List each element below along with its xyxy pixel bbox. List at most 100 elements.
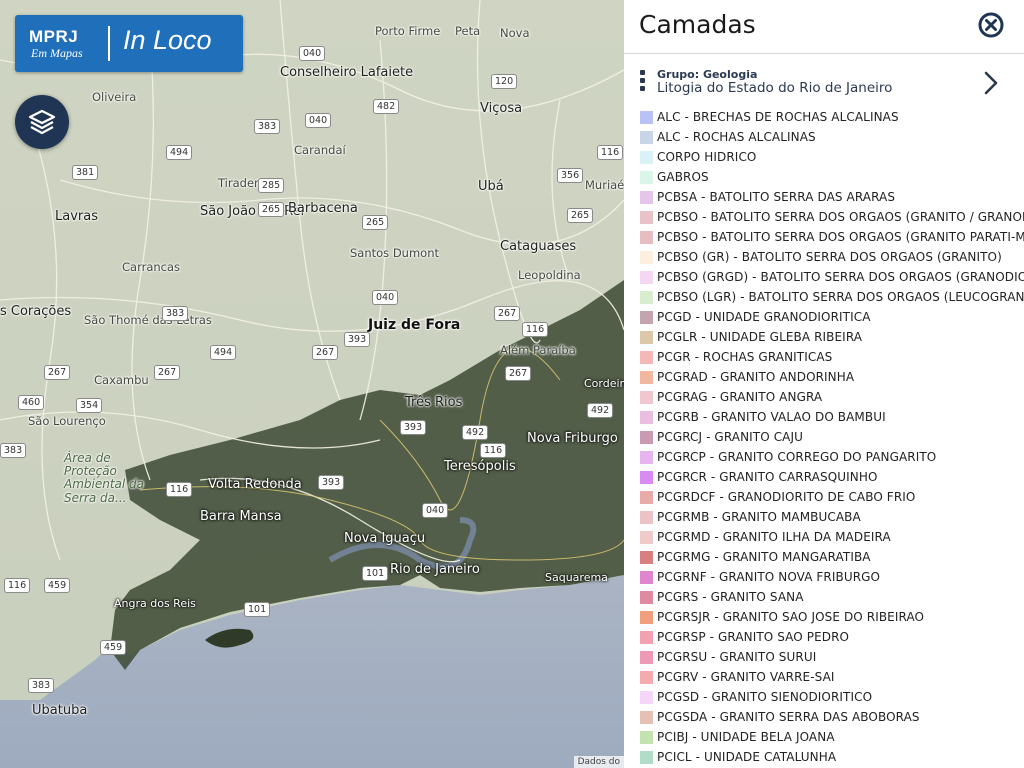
legend-item: PCGRSU - GRANITO SURUI	[640, 647, 1024, 667]
route-shield: 492	[587, 403, 614, 418]
legend-swatch	[640, 710, 653, 724]
legend-swatch	[640, 510, 653, 524]
legend-label: PCBSO - BATOLITO SERRA DOS ORGAOS (GRANI…	[657, 230, 1024, 244]
legend-swatch	[640, 370, 653, 384]
chevron-right-icon[interactable]	[983, 71, 999, 95]
legend-item: PCGRMD - GRANITO ILHA DA MADEIRA	[640, 527, 1024, 547]
map-place-label: Conselheiro Lafaiete	[280, 65, 414, 80]
map-place-label: Área de Proteção Ambiental da Serra da..…	[64, 451, 145, 505]
legend-swatch	[640, 230, 653, 244]
legend-label: PCGRCJ - GRANITO CAJU	[657, 430, 804, 444]
map-place-label: Santos Dumont	[350, 246, 440, 260]
legend-item: PCGRV - GRANITO VARRE-SAI	[640, 667, 1024, 687]
legend-label: PCGRSU - GRANITO SURUI	[657, 650, 817, 664]
route-shield: 116	[4, 578, 31, 593]
legend-item: PCGRAD - GRANITO ANDORINHA	[640, 367, 1024, 387]
route-shield: 267	[312, 345, 339, 360]
legend-swatch	[640, 330, 653, 344]
layers-icon	[28, 109, 56, 135]
legend-item: PCGR - ROCHAS GRANITICAS	[640, 347, 1024, 367]
layers-panel: Camadas Grupo: Geologia Litogia do Estad…	[624, 0, 1024, 768]
route-shield: 267	[505, 366, 532, 381]
legend-label: PCBSO (LGR) - BATOLITO SERRA DOS ORGAOS …	[657, 290, 1024, 304]
route-shield: 040	[299, 46, 326, 61]
legend-label: PCGRCR - GRANITO CARRASQUINHO	[657, 470, 878, 484]
map-place-label: Volta Redonda	[208, 477, 302, 492]
legend-swatch	[640, 290, 653, 304]
route-shield: 383	[0, 443, 27, 458]
map-place-label: São Lourenço	[28, 414, 106, 428]
legend-swatch	[640, 110, 653, 124]
map-place-label: Oliveira	[92, 90, 137, 104]
route-shield: 265	[567, 208, 594, 223]
map-place-label: Nova Friburgo	[527, 431, 618, 446]
legend-swatch	[640, 270, 653, 284]
map-place-label: Barbacena	[288, 201, 358, 216]
drag-handle-icon[interactable]	[640, 70, 646, 92]
route-shield: 393	[318, 475, 345, 490]
route-shield: 265	[258, 202, 285, 217]
route-shield: 459	[44, 578, 71, 593]
map-place-label: Juiz de Fora	[368, 317, 461, 333]
legend-label: PCGRMG - GRANITO MANGARATIBA	[657, 550, 871, 564]
legend-item: PCGRB - GRANITO VALAO DO BAMBUI	[640, 407, 1024, 427]
legend-label: PCBSO (GRGD) - BATOLITO SERRA DOS ORGAOS…	[657, 270, 1024, 284]
close-circle-icon[interactable]	[978, 12, 1004, 38]
legend-swatch	[640, 650, 653, 664]
legend-swatch	[640, 350, 653, 364]
app-logo[interactable]: MPRJ Em Mapas In Loco	[15, 15, 243, 72]
legend-swatch	[640, 730, 653, 744]
legend-list: ALC - BRECHAS DE ROCHAS ALCALINAS ALC - R…	[640, 107, 1024, 767]
legend-item: PCBSO - BATOLITO SERRA DOS ORGAOS (GRANI…	[640, 207, 1024, 227]
legend-swatch	[640, 150, 653, 164]
map-place-label: Cordeiro	[584, 377, 624, 390]
legend-item: PCBSO (GR) - BATOLITO SERRA DOS ORGAOS (…	[640, 247, 1024, 267]
route-shield: 356	[557, 168, 584, 183]
legend-item: GABROS	[640, 167, 1024, 187]
map-place-label: Angra dos Reis	[114, 597, 196, 610]
route-shield: 393	[400, 420, 427, 435]
legend-swatch	[640, 590, 653, 604]
map-place-label: Peta	[455, 24, 481, 38]
panel-title: Camadas	[639, 10, 756, 39]
legend-item: PCBSA - BATOLITO SERRA DAS ARARAS	[640, 187, 1024, 207]
layers-button[interactable]	[15, 95, 69, 149]
route-shield: 116	[522, 322, 549, 337]
map-place-label: Ubá	[478, 179, 504, 194]
map-view[interactable]: Porto Firme Peta Nova Conselheiro Lafaiete O…	[0, 0, 624, 768]
map-place-label: Muriaé	[585, 178, 624, 192]
map-place-label: Lavras	[55, 209, 98, 224]
legend-item: PCGD - UNIDADE GRANODIORITICA	[640, 307, 1024, 327]
layer-group-row[interactable]: Grupo: Geologia Litogia do Estado do Rio…	[624, 67, 1024, 111]
legend-item: PCGRS - GRANITO SANA	[640, 587, 1024, 607]
map-credit[interactable]: Dados do	[573, 756, 624, 768]
legend-item: PCIBJ - UNIDADE BELA JOANA	[640, 727, 1024, 747]
logo-subtitle: Em Mapas	[31, 46, 83, 60]
legend-label: PCBSO - BATOLITO SERRA DOS ORGAOS (GRANI…	[657, 210, 1024, 224]
logo-divider	[108, 26, 110, 61]
legend-item: CORPO HIDRICO	[640, 147, 1024, 167]
legend-label: PCGSD - GRANITO SIENODIORITICO	[657, 690, 873, 704]
legend-item: PCGRDCF - GRANODIORITO DE CABO FRIO	[640, 487, 1024, 507]
legend-item: PCGRAG - GRANITO ANGRA	[640, 387, 1024, 407]
legend-item: PCGRSJR - GRANITO SAO JOSE DO RIBEIRAO	[640, 607, 1024, 627]
legend-label: CORPO HIDRICO	[657, 150, 757, 164]
legend-label: PCGRAD - GRANITO ANDORINHA	[657, 370, 855, 384]
route-shield: 460	[18, 395, 45, 410]
legend-label: PCIBJ - UNIDADE BELA JOANA	[657, 730, 835, 744]
map-place-label: Saquarema	[545, 571, 608, 584]
map-place-label: Cataguases	[500, 239, 577, 254]
legend-item: PCGRNF - GRANITO NOVA FRIBURGO	[640, 567, 1024, 587]
legend-swatch	[640, 490, 653, 504]
route-shield: 383	[162, 306, 189, 321]
legend-swatch	[640, 410, 653, 424]
legend-label: PCBSA - BATOLITO SERRA DAS ARARAS	[657, 190, 896, 204]
legend-item: PCGSDA - GRANITO SERRA DAS ABOBORAS	[640, 707, 1024, 727]
map-place-label: Porto Firme	[375, 24, 441, 38]
legend-item: ALC - BRECHAS DE ROCHAS ALCALINAS	[640, 107, 1024, 127]
route-shield: 116	[480, 443, 507, 458]
route-shield: 265	[362, 215, 389, 230]
legend-label: GABROS	[657, 170, 709, 184]
map-place-label: Nova Iguaçu	[344, 531, 426, 546]
legend-label: PCGRMD - GRANITO ILHA DA MADEIRA	[657, 530, 891, 544]
